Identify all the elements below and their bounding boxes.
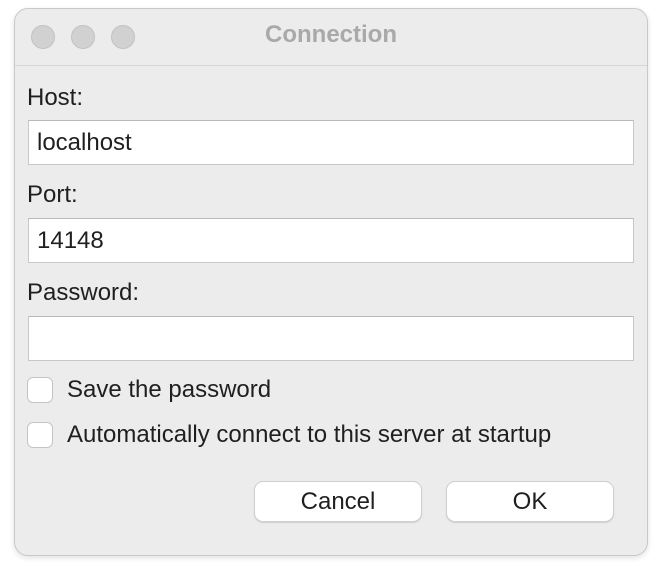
window-title: Connection <box>265 21 397 48</box>
save-password-label: Save the password <box>67 376 272 403</box>
auto-connect-option[interactable]: Automatically connect to this server at … <box>27 420 551 450</box>
password-input[interactable] <box>28 316 634 361</box>
title-bar: Connection <box>15 9 647 66</box>
port-label: Port: <box>27 181 78 208</box>
cancel-button[interactable]: Cancel <box>254 481 422 522</box>
ok-button[interactable]: OK <box>446 481 614 522</box>
save-password-checkbox[interactable] <box>27 377 53 403</box>
save-password-option[interactable]: Save the password <box>27 375 271 405</box>
port-input[interactable] <box>28 218 634 263</box>
auto-connect-label: Automatically connect to this server at … <box>67 421 552 448</box>
host-label: Host: <box>27 84 84 111</box>
connection-dialog: Connection Host: Port: Password: Save th… <box>14 8 648 556</box>
password-label: Password: <box>27 279 140 306</box>
host-input[interactable] <box>28 120 634 165</box>
auto-connect-checkbox[interactable] <box>27 422 53 448</box>
